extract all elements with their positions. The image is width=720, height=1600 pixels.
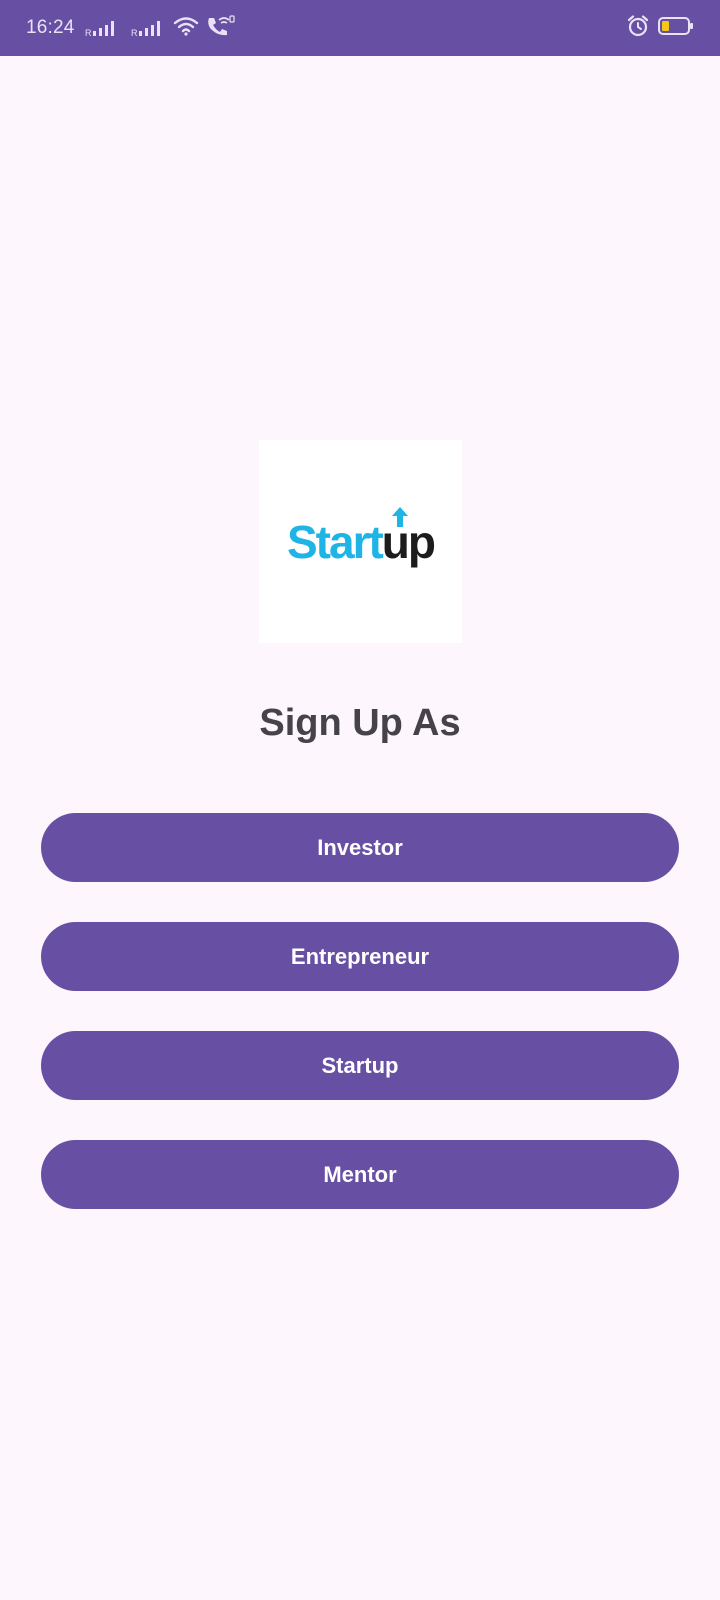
clock: 16:24	[26, 17, 75, 38]
logo-container: Startup	[259, 440, 462, 643]
signal-icon: R	[85, 19, 121, 37]
alarm-icon	[626, 14, 650, 43]
entrepreneur-button[interactable]: Entrepreneur	[41, 922, 679, 991]
page-title: Sign Up As	[259, 702, 461, 744]
wifi-call-icon	[205, 14, 235, 42]
logo-text-start: Start	[286, 515, 384, 568]
status-bar: 16:24 R R	[0, 0, 720, 56]
signal-icon: R	[131, 19, 167, 37]
startup-button[interactable]: Startup	[41, 1031, 679, 1100]
mentor-button[interactable]: Mentor	[41, 1140, 679, 1209]
status-left: 16:24 R R	[26, 0, 235, 56]
startup-logo: Startup	[286, 506, 436, 568]
status-right	[626, 0, 694, 56]
up-arrow-icon	[392, 506, 408, 527]
investor-button[interactable]: Investor	[41, 813, 679, 882]
sim2-tag: R	[131, 28, 138, 37]
sim1-tag: R	[85, 28, 92, 37]
battery-icon	[658, 16, 694, 41]
wifi-icon	[173, 15, 199, 42]
